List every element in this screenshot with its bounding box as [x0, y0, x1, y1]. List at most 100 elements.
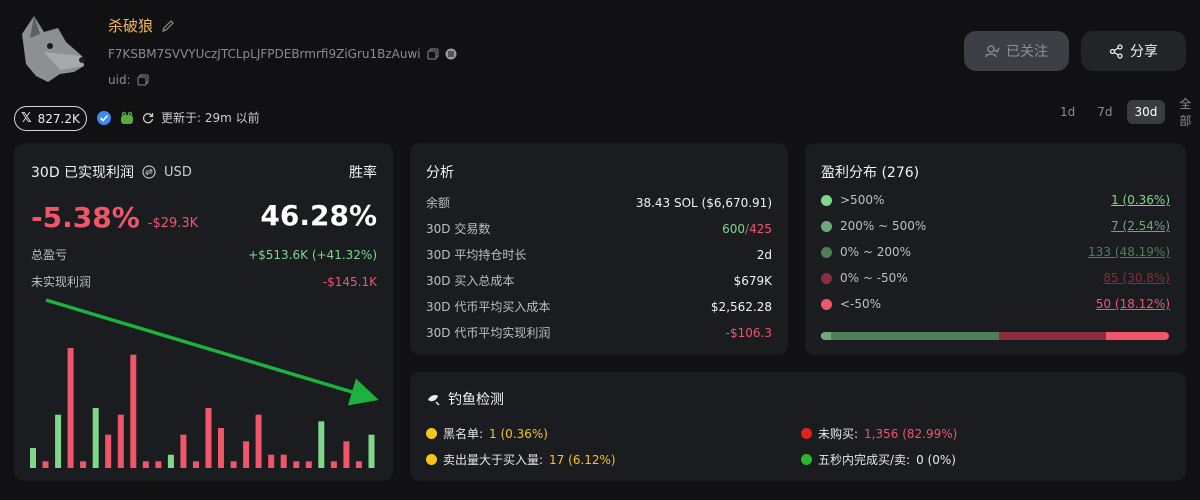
- pnl-bar: [230, 461, 237, 468]
- distribution-segment: [831, 332, 999, 340]
- distribution-row-label-wrap: 0% ~ -50%: [821, 271, 908, 285]
- verified-icon: [96, 110, 112, 126]
- tab-1d[interactable]: 1d: [1052, 100, 1083, 124]
- pnl-bar: [142, 461, 149, 468]
- user-check-icon: [985, 44, 1000, 59]
- analysis-row: 30D 平均持仓时长 2d: [426, 246, 772, 263]
- phishing-value: 1 (0.36%): [489, 426, 548, 441]
- share-label: 分享: [1130, 44, 1158, 60]
- uid-label: uid:: [108, 73, 131, 87]
- pnl-bar: [243, 441, 250, 468]
- winrate-label: 胜率: [349, 165, 377, 181]
- phishing-status-dot: [801, 428, 812, 439]
- fish-hook-icon: [426, 392, 440, 406]
- frog-icon: [119, 110, 135, 126]
- x-followers-count: 827.2K: [37, 111, 80, 126]
- pnl-title: 30D 已实现利润: [31, 165, 135, 181]
- distribution-dot: [821, 220, 832, 232]
- x-logo-icon: 𝕏: [21, 111, 32, 126]
- analysis-label: 30D 交易数: [426, 222, 491, 236]
- phishing-item: 五秒内完成买/卖: 0 (0%): [801, 451, 956, 468]
- distribution-dot: [821, 298, 832, 310]
- analysis-label: 30D 买入总成本: [426, 274, 515, 288]
- phishing-status-dot: [426, 428, 437, 439]
- share-icon: [1109, 43, 1124, 59]
- distribution-title: 盈利分布 (276): [821, 165, 920, 181]
- distribution-dot: [821, 194, 832, 206]
- distribution-row: 0% ~ -50% 85 (30.8%): [821, 271, 1170, 285]
- analysis-value: 600/425: [722, 222, 772, 236]
- phishing-item: 未购买: 1,356 (82.99%): [801, 425, 957, 442]
- distribution-value[interactable]: 85 (30.8%): [1103, 271, 1170, 285]
- pnl-bar: [30, 448, 36, 468]
- share-button[interactable]: 分享: [1081, 31, 1186, 71]
- unrealized-value: -$145.1K: [322, 274, 377, 289]
- phishing-label: 黑名单:: [443, 427, 484, 441]
- pnl-bar: [305, 461, 312, 468]
- distribution-value[interactable]: 50 (18.12%): [1096, 297, 1170, 311]
- total-pnl-value: +$513.6K (+41.32%): [248, 247, 377, 262]
- phishing-label: 未购买:: [818, 427, 859, 441]
- pnl-percent: -5.38%: [31, 201, 140, 234]
- uid-row: uid:: [108, 73, 149, 87]
- follow-button[interactable]: 已关注: [964, 31, 1069, 71]
- distribution-label: 0% ~ -50%: [840, 271, 908, 285]
- phishing-value: 1,356 (82.99%): [864, 426, 958, 441]
- analysis-value: 38.43 SOL ($6,670.91): [635, 195, 772, 210]
- analysis-row: 30D 买入总成本 $679K: [426, 272, 772, 289]
- pnl-bar: [218, 428, 224, 468]
- distribution-row-label-wrap: >500%: [821, 193, 884, 207]
- analysis-value: $2,562.28: [710, 299, 772, 314]
- phishing-value: 0 (0%): [916, 452, 956, 467]
- phishing-status-dot: [801, 454, 812, 465]
- analysis-row: 30D 代币平均实现利润 -$106.3: [426, 324, 772, 341]
- distribution-value[interactable]: 133 (48.19%): [1088, 245, 1170, 259]
- analysis-value: $679K: [733, 273, 772, 288]
- currency-switch-icon[interactable]: [142, 165, 156, 179]
- pnl-bar: [92, 408, 99, 468]
- analysis-label: 30D 代币平均实现利润: [426, 326, 551, 340]
- tab-7d[interactable]: 7d: [1089, 100, 1120, 124]
- explorer-icon[interactable]: [445, 48, 457, 60]
- phishing-title: 钓鱼检测: [448, 392, 504, 408]
- phishing-card: 钓鱼检测 黑名单: 1 (0.36%) 未购买: 1,356 (82.99%) 卖出量大…: [410, 372, 1186, 481]
- pnl-bar: [67, 348, 74, 468]
- pnl-bar: [318, 421, 325, 468]
- trend-arrow: [45, 298, 379, 406]
- distribution-value[interactable]: 7 (2.54%): [1111, 219, 1170, 233]
- currency-label[interactable]: USD: [164, 165, 192, 180]
- pnl-bar: [80, 461, 87, 468]
- pnl-bar: [42, 461, 49, 468]
- pnl-bar: [205, 408, 212, 468]
- phishing-value: 17 (6.12%): [549, 452, 616, 467]
- analysis-label: 余额: [426, 196, 451, 210]
- distribution-segment: [998, 332, 1106, 340]
- total-pnl-label: 总盈亏: [31, 248, 68, 262]
- tab-all[interactable]: 全部: [1171, 97, 1200, 128]
- copy-icon[interactable]: [427, 48, 439, 60]
- pnl-bar: [268, 454, 275, 468]
- distribution-label: >500%: [840, 193, 885, 207]
- distribution-segment: [1105, 332, 1169, 340]
- distribution-value[interactable]: 1 (0.36%): [1111, 193, 1170, 207]
- analysis-label: 30D 代币平均买入成本: [426, 300, 551, 314]
- refresh-icon[interactable]: [142, 112, 154, 124]
- tab-30d[interactable]: 30d: [1126, 100, 1166, 124]
- follow-label: 已关注: [1006, 44, 1048, 60]
- distribution-label: <-50%: [840, 297, 882, 311]
- analysis-row: 30D 交易数 600/425: [426, 220, 772, 237]
- distribution-row: 0% ~ 200% 133 (48.19%): [821, 245, 1170, 259]
- copy-uid-icon[interactable]: [137, 74, 149, 86]
- x-followers-pill[interactable]: 𝕏 827.2K: [14, 106, 87, 131]
- phishing-header: 钓鱼检测: [426, 389, 504, 409]
- distribution-row: <-50% 50 (18.12%): [821, 297, 1170, 311]
- wallet-name-text: 杀破狼: [108, 17, 154, 35]
- pnl-bar: [330, 461, 337, 468]
- analysis-value: 2d: [756, 247, 772, 262]
- wallet-address: F7KSBM7SVVYUczJTCLpLJFPDEBrmrfi9ZiGru1Bz…: [108, 47, 421, 61]
- pnl-usd: -$29.3K: [147, 216, 199, 231]
- trade-count-sell: 425: [749, 221, 772, 236]
- pnl-bar: [280, 454, 287, 468]
- edit-icon[interactable]: [161, 19, 175, 33]
- total-pnl-row: 总盈亏 +$513.6K (+41.32%): [31, 246, 377, 263]
